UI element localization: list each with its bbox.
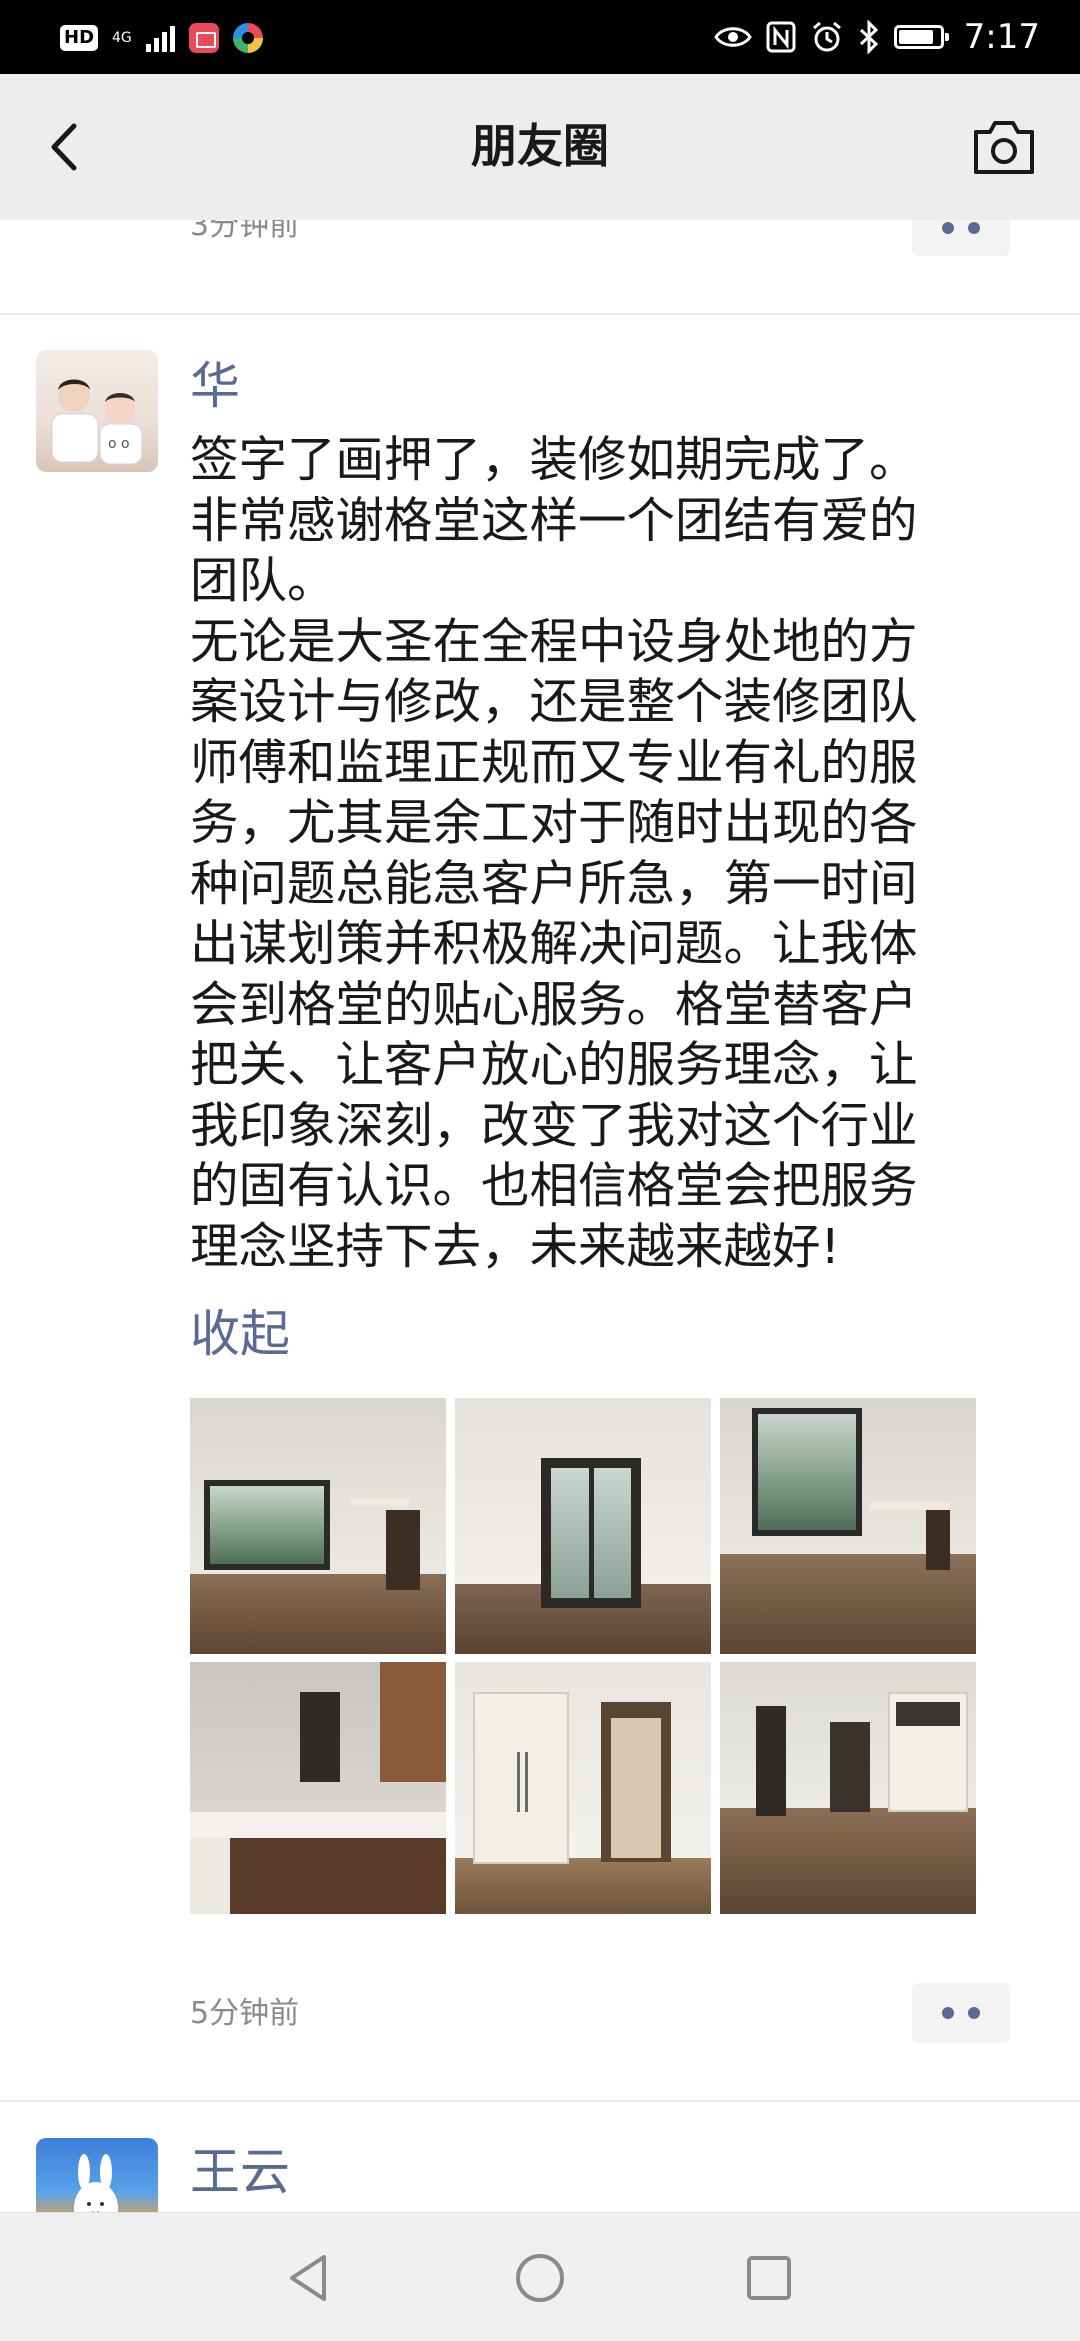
nfc-icon (766, 21, 796, 53)
status-bar: HD 4G 7:17 (0, 0, 1080, 74)
bluetooth-icon (859, 20, 878, 54)
recents-square-icon[interactable] (734, 2243, 804, 2313)
post-divider (0, 2100, 1080, 2102)
photo-grid (190, 1398, 976, 1914)
post-author-name[interactable]: 华 (190, 354, 240, 418)
network-type-label: 4G (112, 30, 132, 46)
eye-icon (713, 27, 752, 47)
avatar-photo: o o (51, 379, 143, 465)
signal-icon (145, 24, 175, 52)
status-left-group: HD 4G (60, 18, 263, 58)
status-right-group: 7:17 (713, 14, 1040, 60)
photo-thumbnail[interactable] (455, 1398, 711, 1654)
alarm-icon (812, 21, 841, 52)
header-bar: 朋友圈 (0, 74, 1080, 220)
photo-thumbnail[interactable] (720, 1662, 976, 1914)
clock: 7:17 (963, 17, 1040, 57)
svg-text:o o: o o (108, 436, 130, 452)
post-time: 5分钟前 (190, 1996, 300, 2031)
hd-voice-icon: HD (60, 25, 99, 51)
battery-level-fill (898, 30, 933, 44)
photo-thumbnail[interactable] (455, 1662, 711, 1914)
photo-thumbnail[interactable] (190, 1398, 446, 1654)
notification-colorful-app-icon (232, 23, 263, 53)
battery-icon (893, 25, 949, 49)
avatar[interactable]: o o (36, 350, 158, 472)
post-author-name[interactable]: 王云 (190, 2140, 290, 2204)
home-circle-icon[interactable] (505, 2243, 575, 2313)
system-navigation-bar (0, 2212, 1080, 2341)
photo-thumbnail[interactable] (190, 1662, 446, 1914)
back-triangle-icon[interactable] (274, 2243, 344, 2313)
network-type-icon: 4G (112, 31, 132, 45)
notification-app-icon (188, 23, 219, 53)
collapse-link[interactable]: 收起 (190, 1302, 290, 1366)
post-divider (0, 313, 1080, 315)
photo-thumbnail[interactable] (720, 1398, 976, 1654)
comment-like-menu-button[interactable] (912, 1983, 1010, 2043)
page-title: 朋友圈 (471, 119, 609, 173)
camera-icon[interactable] (968, 114, 1040, 180)
post-body-text: 签字了画押了，装修如期完成了。 非常感谢格堂这样一个团结有爱的 团队。 无论是大… (190, 432, 918, 1275)
